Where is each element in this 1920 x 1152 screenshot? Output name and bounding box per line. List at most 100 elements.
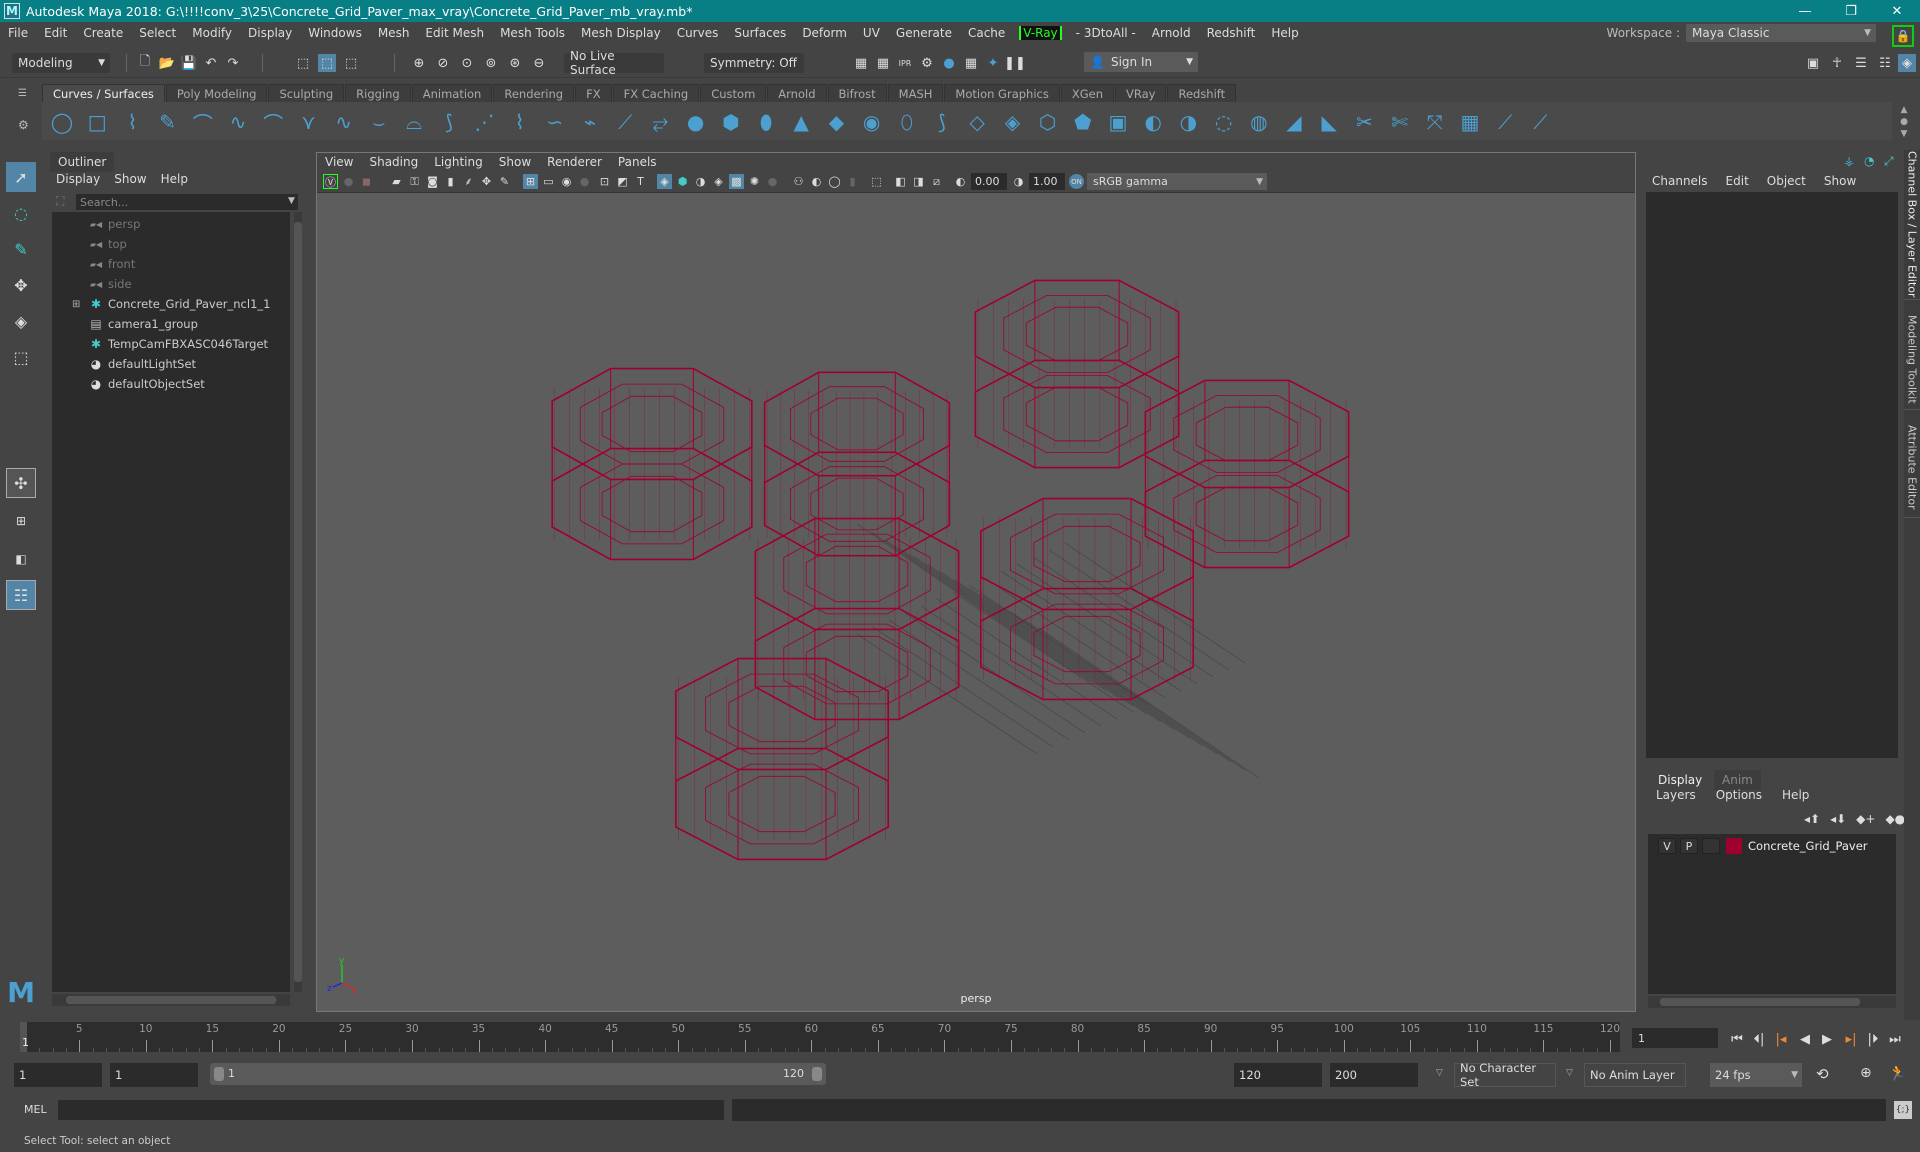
single-perspective-layout-icon[interactable]: ✣ xyxy=(6,468,36,498)
menu-edit-mesh[interactable]: Edit Mesh xyxy=(417,26,492,40)
sculpt-surface-icon[interactable]: ⟋ xyxy=(1528,110,1552,134)
cv-curve-icon[interactable]: ⌇ xyxy=(120,110,144,134)
menu-v-ray[interactable]: V-Ray xyxy=(1019,26,1062,40)
channel-box-menu-show[interactable]: Show xyxy=(1824,174,1856,188)
human-ik-icon[interactable]: ☥ xyxy=(1828,54,1846,72)
current-frame-field[interactable]: 1 xyxy=(1632,1028,1718,1048)
sign-in-button[interactable]: 👤 Sign In ▼ xyxy=(1084,52,1198,72)
bevel-icon[interactable]: ◐ xyxy=(1141,110,1165,134)
wireframe-icon[interactable]: ◈ xyxy=(657,174,672,189)
outliner-item[interactable]: ◕ defaultObjectSet xyxy=(72,374,205,394)
shelf-tab-sculpting[interactable]: Sculpting xyxy=(268,84,345,102)
detach-surface-icon[interactable]: ◣ xyxy=(1317,110,1341,134)
layer-display-type-toggle[interactable] xyxy=(1702,838,1720,854)
paint-select-tool-icon[interactable]: ✎ xyxy=(6,234,36,264)
depth-of-field-icon[interactable]: ▮ xyxy=(845,174,860,189)
scrollbar-thumb[interactable] xyxy=(294,222,302,982)
loop-icon[interactable]: ⟲ xyxy=(1816,1065,1829,1083)
light-editor-icon[interactable]: ✦ xyxy=(984,54,1002,72)
open-scene-icon[interactable]: 📂 xyxy=(158,54,176,72)
scrollbar-thumb[interactable] xyxy=(66,996,276,1004)
viewport-menu-renderer[interactable]: Renderer xyxy=(547,155,602,169)
scale-tool-icon[interactable]: ⬚ xyxy=(6,342,36,372)
layer-visibility-toggle[interactable]: V xyxy=(1658,838,1676,854)
menu-edit[interactable]: Edit xyxy=(36,26,75,40)
shelf-menu-icon[interactable]: ☰ xyxy=(18,88,28,99)
bezier-icon[interactable]: ∿ xyxy=(226,110,250,134)
bezier-tool-icon[interactable]: ⌣ xyxy=(367,110,391,134)
snap-curve-icon[interactable]: ⊘ xyxy=(434,54,452,72)
render-setup-icon[interactable]: ▦ xyxy=(962,54,980,72)
outliner-item[interactable]: ▰◀ side xyxy=(72,274,132,294)
backface-culling-icon[interactable]: ⧄ xyxy=(929,174,944,189)
curve-fillet-icon[interactable]: ∿ xyxy=(332,110,356,134)
camera-select-icon[interactable]: ▰ xyxy=(389,174,404,189)
gamma-field[interactable]: 1.00 xyxy=(1029,173,1065,190)
outliner-menu-show[interactable]: Show xyxy=(114,172,146,186)
step-back-frame-icon[interactable]: |◂ xyxy=(1772,1030,1790,1048)
outliner-scrollbar[interactable] xyxy=(294,212,302,992)
viewport-menu-lighting[interactable]: Lighting xyxy=(434,155,483,169)
menu-cache[interactable]: Cache xyxy=(960,26,1013,40)
boundary-icon[interactable]: ⬟ xyxy=(1071,110,1095,134)
menu-uv[interactable]: UV xyxy=(855,26,888,40)
layer-color-swatch[interactable] xyxy=(1726,838,1742,854)
playback-start-field[interactable]: 1 xyxy=(110,1063,198,1087)
save-scene-icon[interactable]: 💾 xyxy=(180,54,198,72)
square-surface-icon[interactable]: ▣ xyxy=(1106,110,1130,134)
menu-mesh-tools[interactable]: Mesh Tools xyxy=(492,26,573,40)
insert-isoparm-icon[interactable]: ✄ xyxy=(1388,110,1412,134)
script-language-toggle[interactable]: MEL xyxy=(24,1103,47,1116)
outliner-item[interactable]: ▰◀ persp xyxy=(72,214,141,234)
rebuild-curve-icon[interactable]: ⌇ xyxy=(508,110,532,134)
revolve-icon[interactable]: ⬯ xyxy=(895,110,919,134)
scrollbar-thumb[interactable] xyxy=(1660,998,1860,1006)
color-management-toggle-icon[interactable]: ON xyxy=(1069,174,1084,189)
shelf-tab-bifrost[interactable]: Bifrost xyxy=(827,84,887,102)
menu-file[interactable]: File xyxy=(0,26,36,40)
menu-display[interactable]: Display xyxy=(240,26,300,40)
two-panel-layout-icon[interactable]: ◧ xyxy=(6,544,36,574)
layer-menu-layers[interactable]: Layers xyxy=(1656,788,1696,802)
outliner-layout-icon[interactable]: ☷ xyxy=(6,580,36,610)
menu-windows[interactable]: Windows xyxy=(300,26,370,40)
arc-icon[interactable]: ⌒ xyxy=(261,110,285,136)
move-tool-icon[interactable]: ✥ xyxy=(6,270,36,300)
time-slider[interactable]: 1 5 10 15 20 25 30 35 40 45 50 55 60 65 70 75 80 85 90 95 1… xyxy=(20,1022,1620,1052)
2d-pan-zoom-icon[interactable]: ✥ xyxy=(479,174,494,189)
outliner-menu-help[interactable]: Help xyxy=(161,172,188,186)
snap-live-icon[interactable]: ⊖ xyxy=(530,54,548,72)
shelf-tab-animation[interactable]: Animation xyxy=(411,84,493,102)
menu-redshift[interactable]: Redshift xyxy=(1199,26,1264,40)
attach-surface-icon[interactable]: ◢ xyxy=(1282,110,1306,134)
animation-start-field[interactable]: 1 xyxy=(14,1063,102,1087)
shelf-tab-arnold[interactable]: Arnold xyxy=(767,84,827,102)
workspace-dropdown[interactable]: Maya Classic xyxy=(1686,24,1876,42)
bevel-plus-icon[interactable]: ◑ xyxy=(1176,110,1200,134)
tab-attribute-editor[interactable]: Attribute Editor xyxy=(1904,418,1920,518)
render-icon[interactable]: ▦ xyxy=(852,54,870,72)
shelf-tab-redshift[interactable]: Redshift xyxy=(1167,84,1237,102)
anim-prefs-icon[interactable]: 🏃 xyxy=(1888,1064,1907,1082)
nurbs-cube-icon[interactable]: ⬢ xyxy=(719,110,743,134)
nurbs-cylinder-icon[interactable]: ⬮ xyxy=(754,110,778,134)
anti-aliasing-icon[interactable]: ◯ xyxy=(827,174,842,189)
go-to-end-icon[interactable]: ⏭ xyxy=(1886,1030,1904,1048)
resolution-gate-icon[interactable]: ◉ xyxy=(559,174,574,189)
select-tool-icon[interactable]: ➚ xyxy=(6,162,36,192)
outliner-item[interactable]: ⊞ ✱ Concrete_Grid_Paver_ncl1_1 xyxy=(72,294,270,314)
pause-viewport-icon[interactable]: ❚❚ xyxy=(1004,54,1026,72)
step-forward-frame-icon[interactable]: ▸| xyxy=(1842,1030,1860,1048)
gamma-icon[interactable]: ◑ xyxy=(1011,174,1026,189)
menu-3dtoall[interactable]: - 3DtoAll - xyxy=(1068,26,1144,40)
range-slider[interactable]: 1 120 xyxy=(210,1063,826,1085)
safe-action-icon[interactable]: ◩ xyxy=(615,174,630,189)
go-to-start-icon[interactable]: ⏮ xyxy=(1728,1030,1746,1048)
attach-curve-icon[interactable]: ⌓ xyxy=(402,110,426,134)
fps-dropdown[interactable]: 24 fps ▼ xyxy=(1710,1063,1802,1087)
layer-h-scrollbar[interactable] xyxy=(1648,996,1896,1008)
nurbs-torus-icon[interactable]: ◉ xyxy=(860,110,884,134)
grease-pencil-icon[interactable]: ✎ xyxy=(497,174,512,189)
square-icon[interactable]: □ xyxy=(85,110,109,134)
menu-curves[interactable]: Curves xyxy=(669,26,727,40)
